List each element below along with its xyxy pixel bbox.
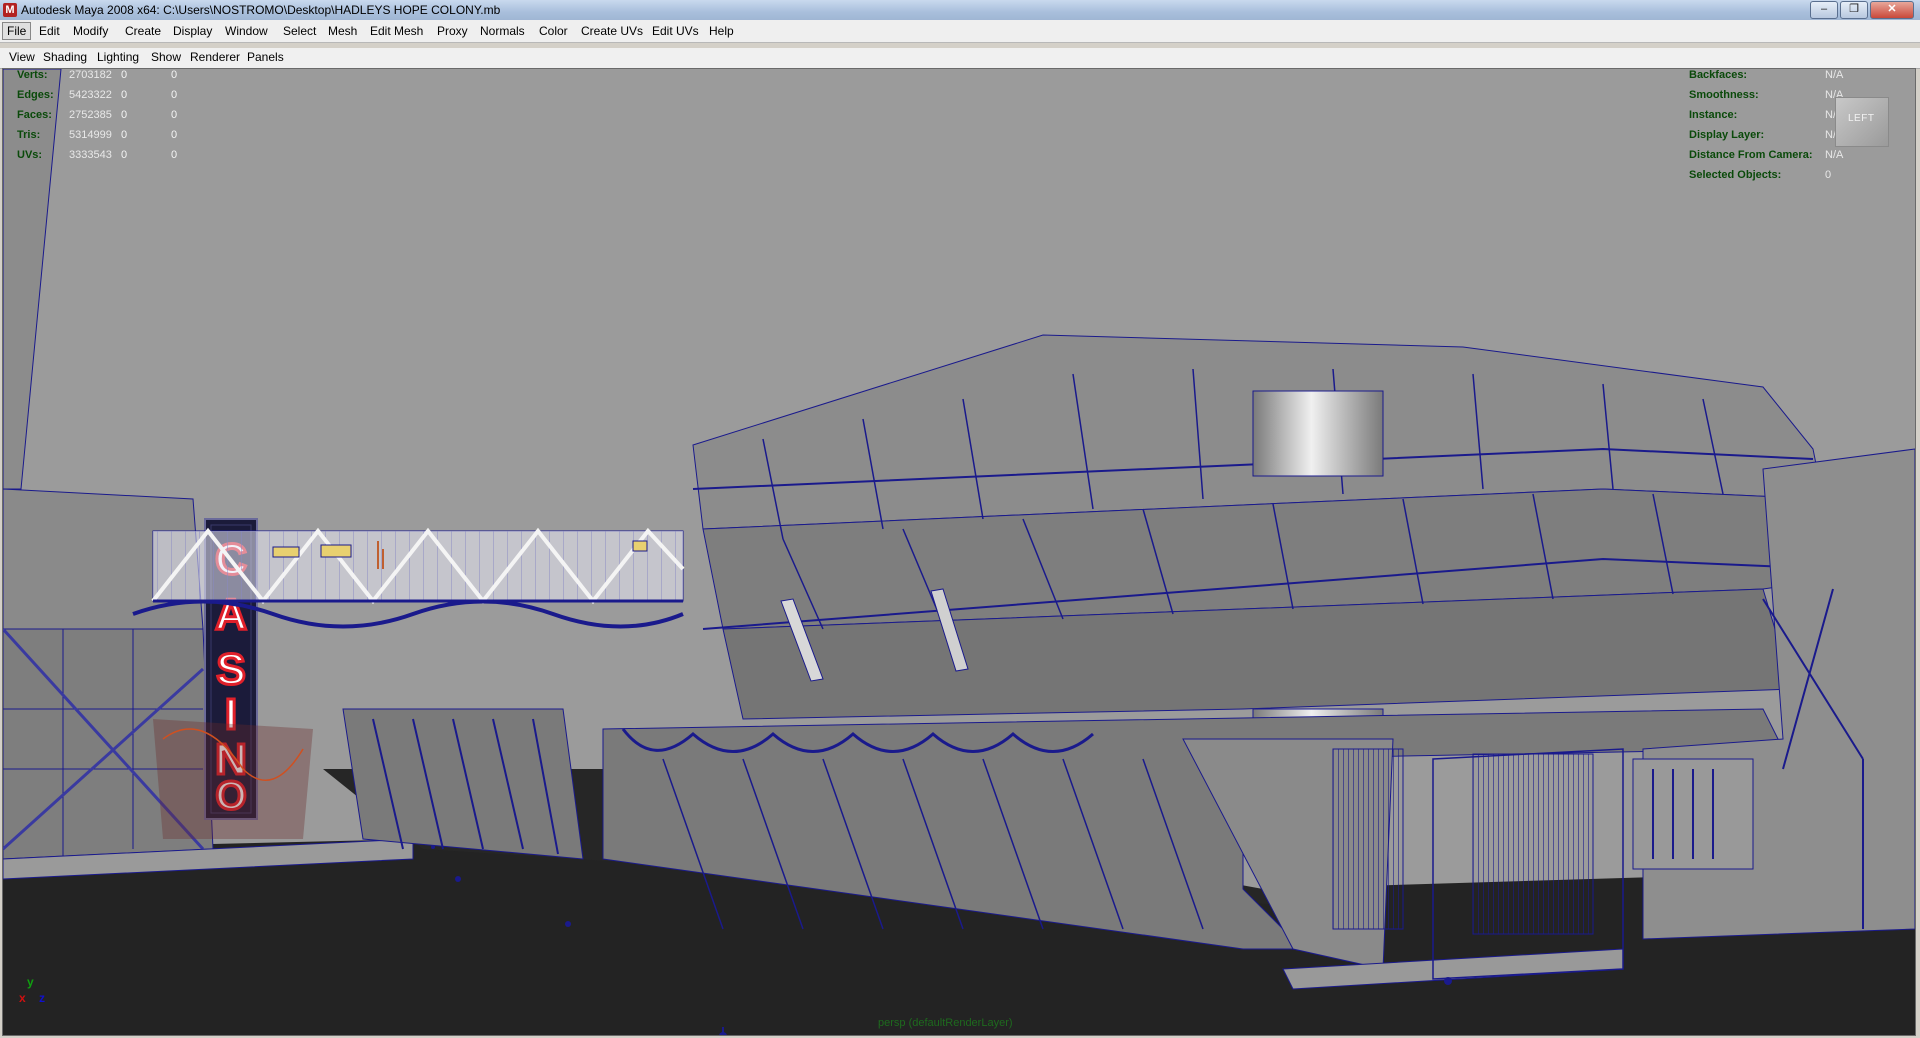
view-cube-face-label[interactable]: LEFT <box>1848 113 1874 124</box>
hud-tris-label: Tris: <box>17 129 41 141</box>
axis-y-label: y <box>27 975 34 989</box>
hud-edges-selected: 0 <box>121 89 128 101</box>
menu-help[interactable]: Help <box>705 23 738 39</box>
hud-selected-objects-label: Selected Objects: <box>1689 169 1782 181</box>
menu-color[interactable]: Color <box>535 23 572 39</box>
maximize-button[interactable]: ❐ <box>1840 1 1868 19</box>
menu-modify[interactable]: Modify <box>69 23 112 39</box>
hud-instance-label: Instance: <box>1689 109 1738 121</box>
menu-mesh[interactable]: Mesh <box>324 23 361 39</box>
hud-uvs-value: 3333543 <box>69 149 112 161</box>
hud-tris-component: 0 <box>171 129 178 141</box>
scene-render: C A S I N O <box>3 69 1915 1035</box>
hud-verts-row: Verts: <box>17 69 48 81</box>
hud-edges-label: Edges: <box>17 89 54 101</box>
hangar-row <box>153 708 584 860</box>
panel-menu-renderer[interactable]: Renderer <box>190 50 240 64</box>
hud-faces-label: Faces: <box>17 109 52 121</box>
hud-verts-component: 0 <box>171 69 178 81</box>
menu-normals[interactable]: Normals <box>476 23 529 39</box>
axis-x-label: x <box>19 991 26 1005</box>
menu-edit-uvs[interactable]: Edit UVs <box>648 23 703 39</box>
hud-selected-objects-value: 0 <box>1825 169 1832 181</box>
hud-distance-value: N/A <box>1825 149 1844 161</box>
menu-edit[interactable]: Edit <box>35 23 64 39</box>
main-structure <box>692 334 1834 740</box>
hud-faces-selected: 0 <box>121 109 128 121</box>
menu-proxy[interactable]: Proxy <box>433 23 472 39</box>
panel-menu-view[interactable]: View <box>9 50 35 64</box>
maya-app-icon[interactable]: M <box>3 3 17 17</box>
hud-edges-component: 0 <box>171 89 178 101</box>
main-menu-bar: File Edit Modify Create Display Window S… <box>0 20 1920 43</box>
hud-uvs-selected: 0 <box>121 149 128 161</box>
menu-create[interactable]: Create <box>121 23 165 39</box>
minimize-button[interactable]: – <box>1810 1 1838 19</box>
perspective-viewport[interactable]: C A S I N O <box>2 68 1916 1036</box>
close-button[interactable]: ✕ <box>1870 1 1914 19</box>
hud-verts-selected: 0 <box>121 69 128 81</box>
hud-verts-label: Verts: <box>17 69 48 81</box>
hud-tris-selected: 0 <box>121 129 128 141</box>
hud-edges-value: 5423322 <box>69 89 112 101</box>
axis-z-label: z <box>39 991 45 1005</box>
menu-window[interactable]: Window <box>221 23 272 39</box>
window-controls: – ❐ ✕ <box>1810 1 1914 19</box>
hud-verts-value: 2703182 <box>69 69 112 81</box>
menu-select[interactable]: Select <box>279 23 320 39</box>
hud-tris-value: 5314999 <box>69 129 112 141</box>
camera-name-label: persp (defaultRenderLayer) <box>878 1017 1013 1029</box>
hud-distance-label: Distance From Camera: <box>1689 149 1813 161</box>
panel-menu-bar: View Shading Lighting Show Renderer Pane… <box>0 48 1920 69</box>
hud-backfaces-value: N/A <box>1825 69 1844 81</box>
hud-uvs-label: UVs: <box>17 149 43 161</box>
hud-display-layer-label: Display Layer: <box>1689 129 1765 141</box>
hud-faces-value: 2752385 <box>69 109 112 121</box>
hud-faces-component: 0 <box>171 109 178 121</box>
menu-file[interactable]: File <box>2 22 32 40</box>
title-bar: M Autodesk Maya 2008 x64: C:\Users\NOSTR… <box>0 0 1920 21</box>
hud-smoothness-label: Smoothness: <box>1689 89 1759 101</box>
panel-menu-shading[interactable]: Shading <box>43 50 87 64</box>
panel-menu-lighting[interactable]: Lighting <box>97 50 139 64</box>
panel-menu-panels[interactable]: Panels <box>247 50 284 64</box>
menu-display[interactable]: Display <box>169 23 216 39</box>
window-title: Autodesk Maya 2008 x64: C:\Users\NOSTROM… <box>21 3 501 17</box>
view-cube[interactable]: LEFT <box>1835 97 1889 147</box>
menu-edit-mesh[interactable]: Edit Mesh <box>366 23 427 39</box>
menu-create-uvs[interactable]: Create UVs <box>577 23 647 39</box>
svg-text:S: S <box>216 645 245 694</box>
hud-backfaces-label: Backfaces: <box>1689 69 1748 81</box>
panel-menu-show[interactable]: Show <box>151 50 181 64</box>
hud-uvs-component: 0 <box>171 149 178 161</box>
